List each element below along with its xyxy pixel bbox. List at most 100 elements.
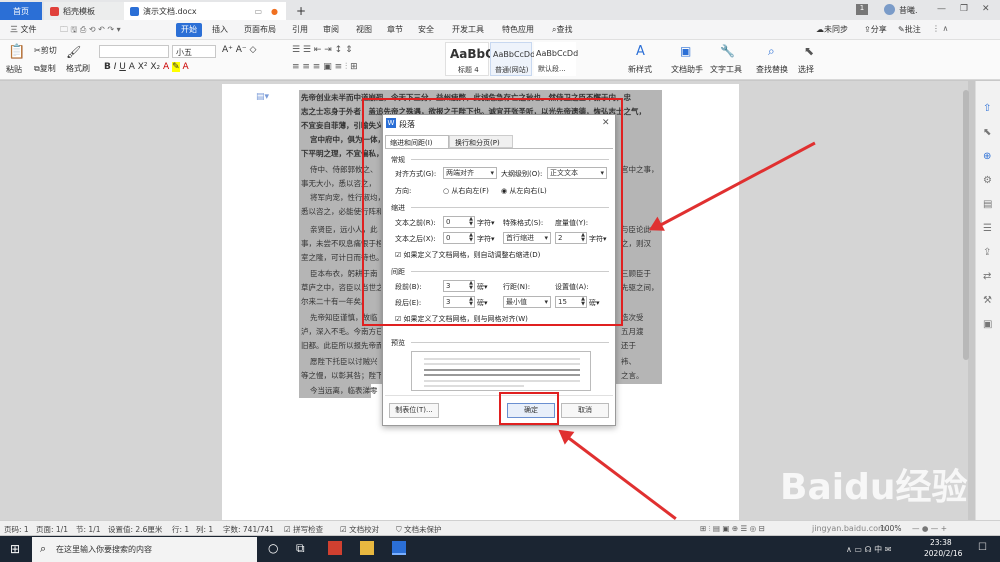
style-default-label: 默认段...: [538, 65, 566, 73]
protect-button[interactable]: ⛉ 文档未保护: [396, 524, 442, 535]
align-controls[interactable]: ≡ ≡ ≡ ▣ ≡ ⫶ ⊞: [292, 62, 358, 72]
paste-icon[interactable]: 📋: [8, 44, 25, 60]
menu-security[interactable]: 安全: [418, 24, 434, 35]
windows-start-icon[interactable]: ⊞: [10, 542, 20, 556]
tab-document[interactable]: 演示文档.docx ▭ ●: [124, 2, 286, 20]
sidebar-share-icon[interactable]: ⇪: [983, 247, 991, 258]
tab-bar: 首页 稻壳模板 演示文档.docx ▭ ● + 1 昔曦. — ❐ ✕: [0, 0, 1000, 20]
clock-date[interactable]: 2020/2/16: [924, 549, 962, 558]
quick-access-icons[interactable]: 🗀 🖫 ⎙ ⟲ ↶ ↷ ▾: [60, 24, 121, 38]
tab-home-label: 首页: [13, 6, 29, 16]
style-normal-web-label: 普通(网站): [495, 66, 529, 74]
sidebar-format-icon[interactable]: ▤: [983, 199, 992, 210]
font-family-select[interactable]: [99, 45, 169, 58]
copy-button[interactable]: ⧉复制: [34, 63, 56, 74]
find-replace-button[interactable]: 查找替换: [756, 64, 788, 75]
shield-icon: ⛉: [396, 525, 402, 534]
menu-view[interactable]: 视图: [356, 24, 372, 35]
wrench-icon[interactable]: 🔧: [720, 44, 735, 58]
cortana-icon[interactable]: ○: [268, 541, 278, 555]
sidebar-compare-icon[interactable]: ⇄: [983, 271, 991, 282]
text-tools-button[interactable]: 文字工具: [710, 64, 742, 75]
sidebar-doc-icon[interactable]: ▣: [983, 319, 992, 330]
comment-button[interactable]: ✎批注: [898, 24, 921, 35]
sidebar-tools-icon[interactable]: ⚒: [983, 295, 992, 306]
menu-page-layout[interactable]: 页面布局: [244, 24, 276, 35]
clock-time[interactable]: 23:38: [930, 538, 952, 547]
doc-line-fragment: 三顾臣于: [621, 269, 651, 278]
new-tab-button[interactable]: +: [290, 2, 308, 20]
doc-line-fragment: 之言。: [621, 371, 644, 380]
restore-button[interactable]: ❐: [960, 4, 968, 14]
select-button[interactable]: 选择: [798, 64, 814, 75]
status-pages: 页面: 1/1: [36, 525, 68, 534]
paste-button[interactable]: 粘贴: [6, 64, 22, 75]
text-format-controls[interactable]: B I U A X² X₂ A ✎ A: [104, 62, 189, 72]
baidu-watermark-url: jingyan.baidu.com: [812, 524, 886, 533]
tabs-button[interactable]: 制表位(T)...: [389, 403, 439, 418]
folder-icon[interactable]: [360, 541, 374, 555]
status-page-number[interactable]: 页码: 1: [4, 524, 29, 535]
spell-check-button[interactable]: ☑ 拼写检查: [284, 524, 323, 535]
menu-chapter[interactable]: 章节: [387, 24, 403, 35]
doc-helper-button[interactable]: 文档助手: [671, 64, 703, 75]
new-style-icon[interactable]: A: [636, 44, 645, 59]
style-normal-web[interactable]: AaBbCcDd 普通(网站): [490, 42, 535, 76]
style-heading4[interactable]: AaBbC 标题 4: [445, 42, 494, 76]
format-painter-icon[interactable]: 🖌: [66, 45, 81, 59]
taskbar-search[interactable]: ⌕ 在这里输入你要搜索的内容: [32, 537, 257, 562]
doc-outline-icon[interactable]: ▤▾: [256, 92, 269, 102]
close-button[interactable]: ✕: [982, 4, 990, 14]
wps-taskbar-icon[interactable]: [392, 541, 406, 555]
menu-reference[interactable]: 引用: [292, 24, 308, 35]
tab-template[interactable]: 稻壳模板: [44, 2, 124, 20]
sidebar-up-icon[interactable]: ⇧: [983, 103, 991, 114]
sidebar-list-icon[interactable]: ☰: [983, 223, 992, 234]
search-icon: ⌕: [40, 542, 47, 555]
sidebar-cursor-icon[interactable]: ⬉: [983, 127, 991, 138]
menu-search[interactable]: ⌕查找: [552, 24, 572, 35]
sidebar-style-icon[interactable]: ⊕: [983, 151, 991, 162]
status-row: 行: 1: [172, 525, 190, 534]
menu-insert[interactable]: 插入: [212, 24, 228, 35]
status-word-count[interactable]: 字数: 741/741: [223, 524, 274, 535]
menu-special[interactable]: 特色应用: [502, 24, 534, 35]
proofread-button[interactable]: ☑ 文档校对: [340, 524, 379, 535]
taskbar-app-icon[interactable]: [328, 541, 342, 555]
system-tray-icons[interactable]: ∧ ▭ ☊ 中 ✉: [846, 544, 891, 555]
page-indicator[interactable]: 1: [856, 4, 868, 15]
notification-icon[interactable]: ☐: [978, 542, 987, 553]
cut-button[interactable]: ✂剪切: [34, 45, 57, 56]
new-style-button[interactable]: 新样式: [628, 64, 652, 75]
find-replace-icon[interactable]: ⌕: [768, 44, 775, 59]
list-controls[interactable]: ☰ ☰ ⇤ ⇥ ↕ ⇕: [292, 45, 353, 55]
ribbon-toolbar: 📋 粘贴 ✂剪切 ⧉复制 🖌 格式刷 小五 A⁺ A⁻ ◇ B I U A X²…: [0, 40, 1000, 80]
spellcheck-icon: ☑: [284, 525, 291, 534]
sidebar-settings-icon[interactable]: ⚙: [983, 175, 992, 186]
avatar[interactable]: [884, 4, 895, 15]
tab-template-label: 稻壳模板: [63, 6, 95, 16]
menu-review[interactable]: 审阅: [323, 24, 339, 35]
view-mode-icons[interactable]: ⊞ ⫶ ▤ ▣ ⊕ ☰ ◎ ⊟: [700, 524, 765, 534]
tab-home[interactable]: 首页: [0, 2, 42, 20]
cursor-icon[interactable]: ⬉: [804, 44, 814, 58]
user-name[interactable]: 昔曦.: [899, 5, 918, 16]
more-icon[interactable]: ⋮ ∧: [932, 24, 948, 33]
zoom-slider[interactable]: — ● — +: [912, 524, 947, 533]
sync-status[interactable]: ☁未同步: [816, 24, 848, 35]
style-default[interactable]: AaBbCcDd 默认段...: [534, 42, 578, 76]
menu-file[interactable]: 三 文件: [10, 24, 37, 35]
font-size-controls[interactable]: A⁺ A⁻ ◇: [222, 45, 256, 55]
minimize-button[interactable]: —: [937, 4, 946, 14]
font-size-select[interactable]: 小五: [172, 45, 216, 58]
format-painter-button[interactable]: 格式刷: [66, 63, 90, 74]
vertical-scrollbar[interactable]: [963, 90, 969, 360]
menu-dev-tools[interactable]: 开发工具: [452, 24, 484, 35]
scissors-icon: ✂: [34, 46, 41, 55]
task-view-icon[interactable]: ⧉: [296, 541, 305, 556]
cancel-button[interactable]: 取消: [561, 403, 609, 418]
share-button[interactable]: ⇪分享: [864, 24, 887, 35]
menu-start[interactable]: 开始: [176, 23, 202, 37]
doc-line-fragment: 造次受: [621, 313, 644, 322]
doc-helper-icon[interactable]: ▣: [680, 44, 691, 58]
